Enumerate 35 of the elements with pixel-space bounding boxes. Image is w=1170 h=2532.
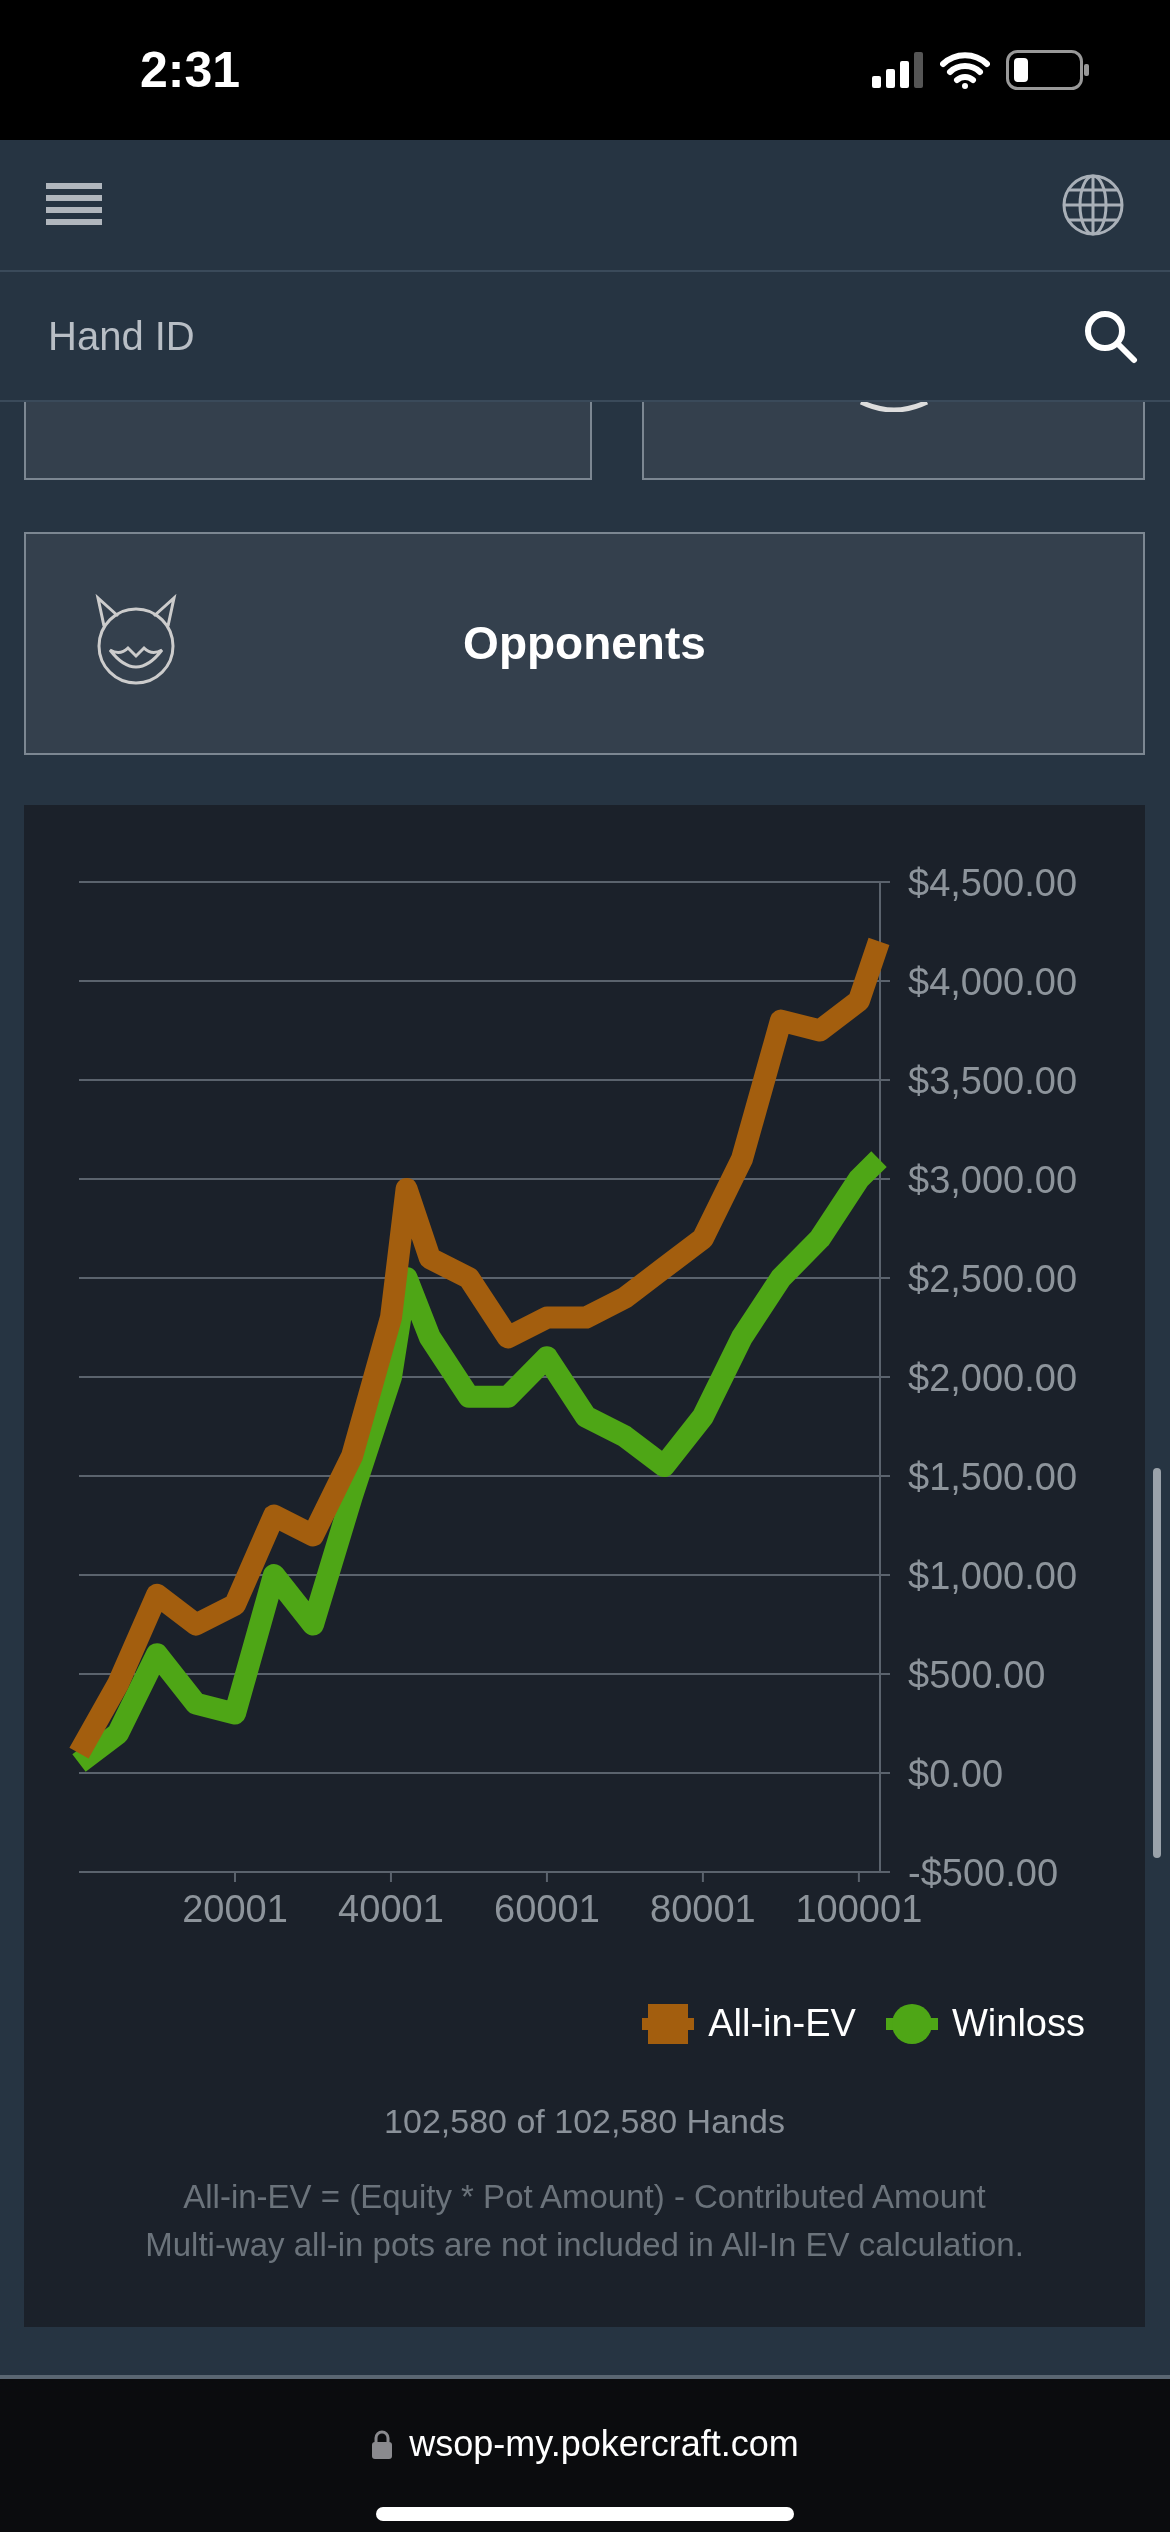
legend-circle-icon — [885, 2003, 938, 2044]
cut-off-icon — [858, 402, 929, 412]
status-time: 2:31 — [140, 40, 241, 100]
search-icon[interactable] — [1082, 308, 1138, 364]
axis-label: $500.00 — [908, 1654, 1046, 1696]
axis-label: $0.00 — [908, 1753, 1004, 1795]
lock-icon — [371, 2429, 394, 2459]
legend-square-icon — [642, 2003, 695, 2044]
url-text[interactable]: wsop-my.pokercraft.com — [409, 2417, 799, 2471]
footnote: All-in-EV = (Equity * Pot Amount) - Contributed Amount — [183, 2177, 986, 2217]
axis-label: $1,500.00 — [908, 1456, 1078, 1498]
legend-label: Winloss — [951, 2001, 1085, 2046]
card[interactable] — [24, 402, 592, 480]
footnote: Multi-way all-in pots are not included in All-In EV calculation. — [145, 2225, 1024, 2265]
axis-label: 60001 — [494, 1888, 600, 1930]
opponents-card[interactable]: Opponents — [24, 532, 1145, 755]
axis-label: $2,500.00 — [908, 1258, 1078, 1300]
axis-label: $1,000.00 — [908, 1555, 1078, 1597]
axis-label: $2,000.00 — [908, 1357, 1078, 1399]
legend-label: All-in-EV — [708, 2001, 856, 2046]
axis-label: 80001 — [650, 1888, 756, 1930]
axis-label: $4,000.00 — [908, 961, 1078, 1003]
wifi-icon — [940, 51, 990, 89]
axis-label: $4,500.00 — [908, 862, 1078, 904]
hands-count: 102,580 of 102,580 Hands — [384, 2101, 785, 2142]
menu-button[interactable] — [46, 183, 102, 227]
signal-icon — [872, 52, 924, 88]
axis-label: 40001 — [338, 1888, 444, 1930]
battery-icon — [1006, 50, 1090, 90]
globe-icon[interactable] — [1062, 174, 1124, 236]
card[interactable] — [642, 402, 1145, 480]
search-field[interactable]: Hand ID — [0, 286, 1082, 386]
axis-label: $3,000.00 — [908, 1159, 1078, 1201]
axis-label: 20001 — [182, 1888, 288, 1930]
axis-label: $3,500.00 — [908, 1060, 1078, 1102]
